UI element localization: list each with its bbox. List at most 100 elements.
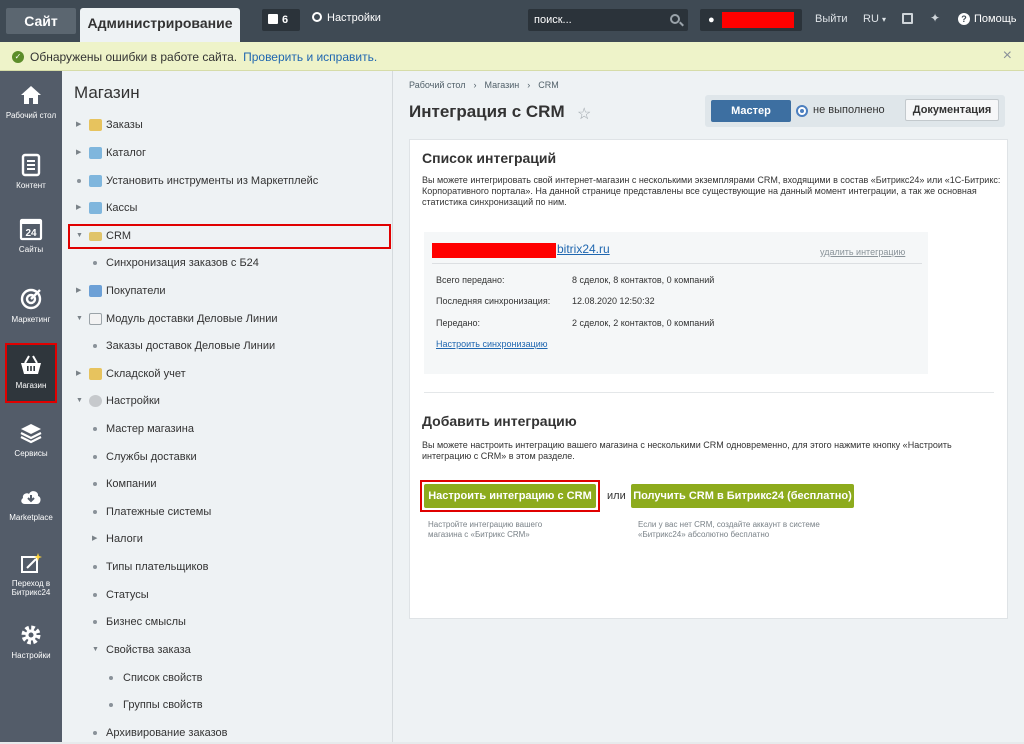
admin-tab[interactable]: Администрирование bbox=[80, 8, 240, 42]
nav-item-sites[interactable]: 24 Сайты bbox=[0, 207, 62, 269]
sidebar-item-warehouse[interactable]: ▶ Складской учет bbox=[62, 363, 393, 385]
nav-item-shop[interactable]: Магазин bbox=[5, 343, 57, 403]
setup-sync-link[interactable]: Настроить синхронизацию bbox=[436, 339, 548, 349]
chevron-right-icon[interactable]: ▶ bbox=[76, 114, 81, 136]
close-icon[interactable]: × bbox=[1003, 47, 1012, 65]
integrations-list-description: Вы можете интегрировать свой интернет-ма… bbox=[422, 175, 1001, 207]
crm-funnel-icon bbox=[89, 232, 102, 241]
sidebar-item-catalog[interactable]: ▶ Каталог bbox=[62, 142, 393, 164]
bullet-icon bbox=[93, 731, 97, 735]
pin-icon[interactable]: ✦ bbox=[930, 11, 940, 25]
nav-label: Сервисы bbox=[14, 449, 48, 458]
settings-button[interactable]: Настройки bbox=[312, 12, 381, 24]
sidebar-item-settings[interactable]: ▼ Настройки bbox=[62, 390, 393, 412]
setup-crm-integration-button[interactable]: Настроить интеграцию с CRM bbox=[424, 484, 596, 508]
breadcrumb-separator: › bbox=[473, 80, 477, 90]
nav-item-services[interactable]: Сервисы bbox=[0, 411, 62, 473]
notifications-button[interactable]: 6 bbox=[262, 9, 300, 31]
sidebar-item-label: Службы доставки bbox=[106, 451, 197, 463]
breadcrumb-item[interactable]: CRM bbox=[538, 80, 559, 90]
breadcrumb-item[interactable]: Рабочий стол bbox=[409, 80, 466, 90]
chevron-down-icon[interactable]: ▼ bbox=[76, 390, 83, 412]
calendar-day: 24 bbox=[25, 228, 37, 239]
integration-domain-link[interactable]: bitrix24.ru bbox=[557, 242, 610, 256]
sidebar-item-label: Заказы доставок Деловые Линии bbox=[106, 340, 276, 352]
user-menu[interactable]: ● bbox=[700, 9, 802, 31]
delete-integration-link[interactable]: удалить интеграцию bbox=[820, 247, 905, 257]
integration-card: bitrix24.ru удалить интеграцию Всего пер… bbox=[424, 232, 928, 374]
logout-link[interactable]: Выйти bbox=[815, 13, 848, 25]
alert-fix-link[interactable]: Проверить и исправить. bbox=[243, 50, 377, 64]
sidebar-item-statuses[interactable]: Статусы bbox=[62, 584, 393, 606]
sidebar-item-crm[interactable]: ▼ CRM bbox=[62, 225, 393, 247]
divider bbox=[424, 392, 994, 393]
search-input[interactable] bbox=[534, 12, 664, 28]
get-bitrix24-crm-button[interactable]: Получить CRM в Битрикс24 (бесплатно) bbox=[631, 484, 854, 508]
sidebar-item-delivery-services[interactable]: Службы доставки bbox=[62, 446, 393, 468]
get-crm-hint: Если у вас нет CRM, создайте аккаунт в с… bbox=[638, 520, 820, 539]
chevron-right-icon[interactable]: ▶ bbox=[76, 280, 81, 302]
nav-label: Переход в Битрикс24 bbox=[11, 579, 51, 597]
sidebar-item-order-properties[interactable]: ▼ Свойства заказа bbox=[62, 639, 393, 661]
sidebar-item-taxes[interactable]: ▶ Налоги bbox=[62, 528, 393, 550]
sidebar-item-b24-sync[interactable]: Синхронизация заказов с Б24 bbox=[62, 252, 393, 274]
bullet-icon bbox=[109, 676, 113, 680]
sidebar-item-business-meanings[interactable]: Бизнес смыслы bbox=[62, 611, 393, 633]
sidebar-item-shop-wizard[interactable]: Мастер магазина bbox=[62, 418, 393, 440]
setup-hint: Настройте интеграцию вашего магазина с «… bbox=[428, 520, 543, 539]
bullet-icon bbox=[93, 427, 97, 431]
sidebar-item-property-list[interactable]: Список свойств bbox=[62, 667, 393, 689]
breadcrumb-item[interactable]: Магазин bbox=[485, 80, 520, 90]
wizard-button[interactable]: Мастер bbox=[711, 100, 791, 122]
nav-item-desktop[interactable]: Рабочий стол bbox=[0, 73, 62, 135]
sidebar-item-delivery-module[interactable]: ▼ Модуль доставки Деловые Линии bbox=[62, 308, 393, 330]
integration-panel: Список интеграций Вы можете интегрироват… bbox=[409, 139, 1008, 619]
documentation-button[interactable]: Документация bbox=[905, 99, 999, 121]
sidebar-item-cashboxes[interactable]: ▶ Кассы bbox=[62, 197, 393, 219]
language-label: RU bbox=[863, 13, 879, 25]
nav-item-marketplace[interactable]: Marketplace bbox=[0, 475, 62, 537]
search-icon[interactable] bbox=[670, 14, 680, 24]
sidebar-item-orders[interactable]: ▶ Заказы bbox=[62, 114, 393, 136]
nav-item-marketing[interactable]: Маркетинг bbox=[0, 277, 62, 339]
sidebar-item-payer-types[interactable]: Типы плательщиков bbox=[62, 556, 393, 578]
warehouse-icon bbox=[89, 368, 102, 380]
chevron-right-icon[interactable]: ▶ bbox=[76, 142, 81, 164]
sidebar-item-label: Налоги bbox=[106, 533, 143, 545]
sidebar-item-label: Статусы bbox=[106, 589, 149, 601]
chevron-down-icon[interactable]: ▼ bbox=[76, 225, 83, 247]
sidebar-item-marketplace-tools[interactable]: Установить инструменты из Маркетплейс bbox=[62, 170, 393, 192]
sidebar-item-order-archive[interactable]: Архивирование заказов bbox=[62, 722, 393, 744]
star-icon[interactable]: ☆ bbox=[577, 104, 591, 124]
sidebar-item-label: Платежные системы bbox=[106, 506, 212, 518]
panel-toggle-icon[interactable] bbox=[902, 13, 913, 24]
nav-item-bitrix24[interactable]: Переход в Битрикс24 bbox=[0, 541, 62, 611]
help-link[interactable]: ? Помощь bbox=[958, 13, 1017, 25]
nav-item-content[interactable]: Контент bbox=[0, 143, 62, 205]
language-selector[interactable]: RU ▾ bbox=[863, 13, 886, 25]
edit-icon bbox=[89, 313, 102, 325]
total-sent-label: Всего передано: bbox=[436, 275, 505, 285]
sidebar-item-label: Группы свойств bbox=[123, 699, 203, 711]
chevron-down-icon[interactable]: ▼ bbox=[92, 639, 99, 661]
site-tab[interactable]: Сайт bbox=[6, 8, 76, 34]
chevron-right-icon[interactable]: ▶ bbox=[92, 528, 97, 550]
chevron-down-icon[interactable]: ▼ bbox=[76, 308, 83, 330]
user-name-redacted bbox=[722, 12, 794, 28]
sidebar-item-companies[interactable]: Компании bbox=[62, 473, 393, 495]
sidebar-item-delivery-orders[interactable]: Заказы доставок Деловые Линии bbox=[62, 335, 393, 357]
chevron-right-icon[interactable]: ▶ bbox=[76, 197, 81, 219]
sidebar-item-customers[interactable]: ▶ Покупатели bbox=[62, 280, 393, 302]
notification-icon bbox=[268, 14, 278, 24]
sidebar-item-label: Бизнес смыслы bbox=[106, 616, 186, 628]
sidebar-item-label: Модуль доставки Деловые Линии bbox=[106, 313, 278, 325]
sidebar-item-label: Архивирование заказов bbox=[106, 727, 228, 739]
total-sent-value: 8 сделок, 8 контактов, 0 компаний bbox=[572, 275, 715, 285]
bullet-icon bbox=[93, 482, 97, 486]
nav-label: Контент bbox=[16, 181, 46, 190]
chevron-right-icon[interactable]: ▶ bbox=[76, 363, 81, 385]
sidebar-item-payment-systems[interactable]: Платежные системы bbox=[62, 501, 393, 523]
sidebar-item-property-groups[interactable]: Группы свойств bbox=[62, 694, 393, 716]
nav-item-settings[interactable]: Настройки bbox=[0, 613, 62, 675]
sent-value: 2 сделок, 2 контактов, 0 компаний bbox=[572, 318, 715, 328]
